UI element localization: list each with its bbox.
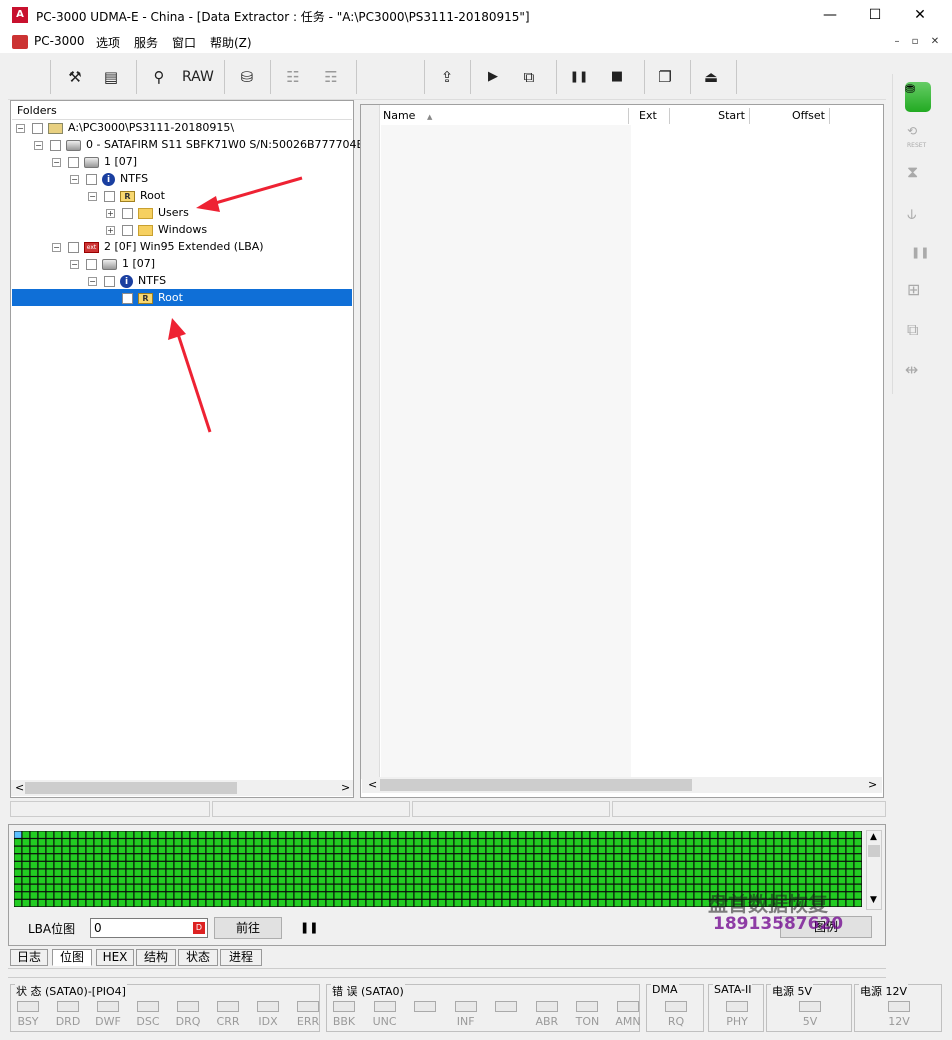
watermark-phone: 18913587620 bbox=[713, 914, 844, 934]
arrow-head bbox=[168, 318, 186, 340]
arrow-head bbox=[196, 196, 220, 212]
arrow-to-root bbox=[176, 333, 212, 433]
annotation-arrows bbox=[168, 176, 303, 433]
watermark-company: 盘首数据恢复 bbox=[708, 892, 828, 916]
arrow-to-users bbox=[211, 176, 303, 206]
